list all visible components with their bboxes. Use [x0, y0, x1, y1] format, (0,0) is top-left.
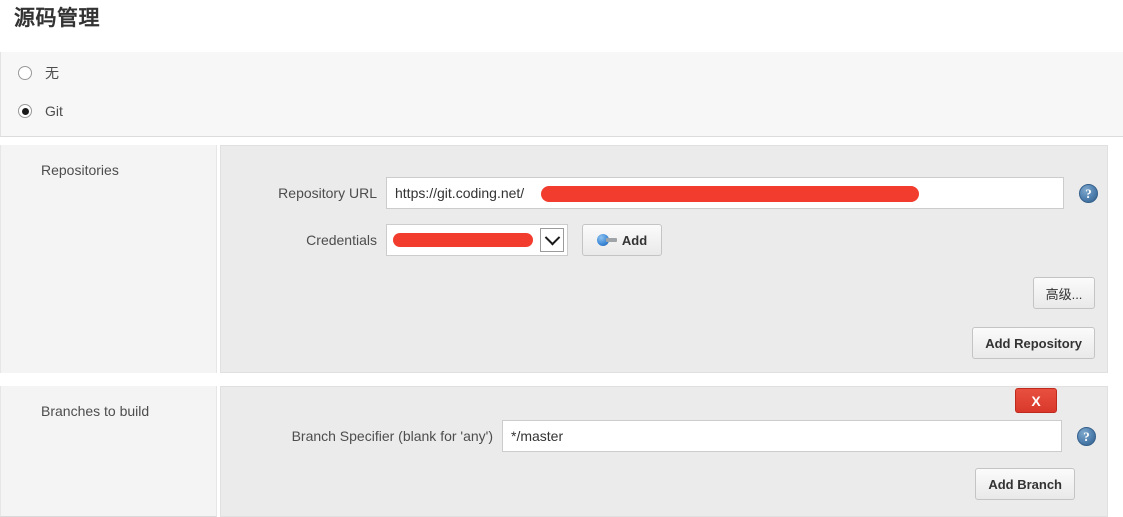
repository-url-row: Repository URL https://git.coding.net/ ? [221, 177, 1107, 209]
radio-label-git: Git [45, 103, 63, 119]
section-branches-body: X Branch Specifier (blank for 'any') */m… [220, 386, 1108, 517]
radio-icon-git[interactable] [18, 104, 32, 118]
page-title: 源码管理 [14, 7, 100, 30]
add-credentials-label: Add [621, 232, 648, 248]
credentials-row: Credentials Add [221, 224, 1107, 256]
radio-option-git[interactable]: Git [18, 101, 63, 121]
key-icon [596, 234, 617, 246]
repository-url-value: https://git.coding.net/ [395, 185, 525, 201]
repository-url-label: Repository URL [278, 185, 377, 201]
credentials-selected-value [387, 225, 540, 255]
credentials-redaction [393, 233, 533, 247]
credentials-label: Credentials [306, 232, 377, 248]
radio-label-none: 无 [45, 65, 59, 81]
add-repository-button[interactable]: Add Repository [972, 327, 1095, 359]
branch-specifier-row: Branch Specifier (blank for 'any') */mas… [221, 420, 1107, 452]
section-branches: Branches to build X Branch Specifier (bl… [0, 386, 1123, 517]
section-repositories-left-column: Repositories [0, 145, 217, 373]
section-repositories-label: Repositories [41, 162, 119, 178]
branch-specifier-input[interactable]: */master [502, 420, 1062, 452]
delete-branch-button[interactable]: X [1015, 388, 1057, 413]
section-repositories: Repositories Repository URL https://git.… [0, 145, 1123, 373]
credentials-select[interactable] [386, 224, 568, 256]
repository-url-help-icon[interactable]: ? [1079, 183, 1098, 203]
advanced-button[interactable]: 高级... [1033, 277, 1095, 309]
chevron-down-glyph [544, 229, 560, 245]
branch-specifier-label: Branch Specifier (blank for 'any') [291, 428, 493, 444]
repository-url-input[interactable]: https://git.coding.net/ [386, 177, 1064, 209]
chevron-down-icon[interactable] [540, 228, 564, 252]
add-credentials-button[interactable]: Add [582, 224, 662, 256]
section-branches-left-column: Branches to build [0, 386, 217, 517]
radio-option-none[interactable]: 无 [18, 63, 59, 83]
scm-type-selector: 无 Git [0, 52, 1123, 137]
section-repositories-body: Repository URL https://git.coding.net/ ?… [220, 145, 1108, 373]
repository-url-redaction [541, 186, 919, 202]
add-branch-button[interactable]: Add Branch [975, 468, 1075, 500]
branch-specifier-help-icon[interactable]: ? [1077, 426, 1096, 446]
section-branches-label: Branches to build [41, 403, 150, 419]
radio-icon-none[interactable] [18, 66, 32, 80]
